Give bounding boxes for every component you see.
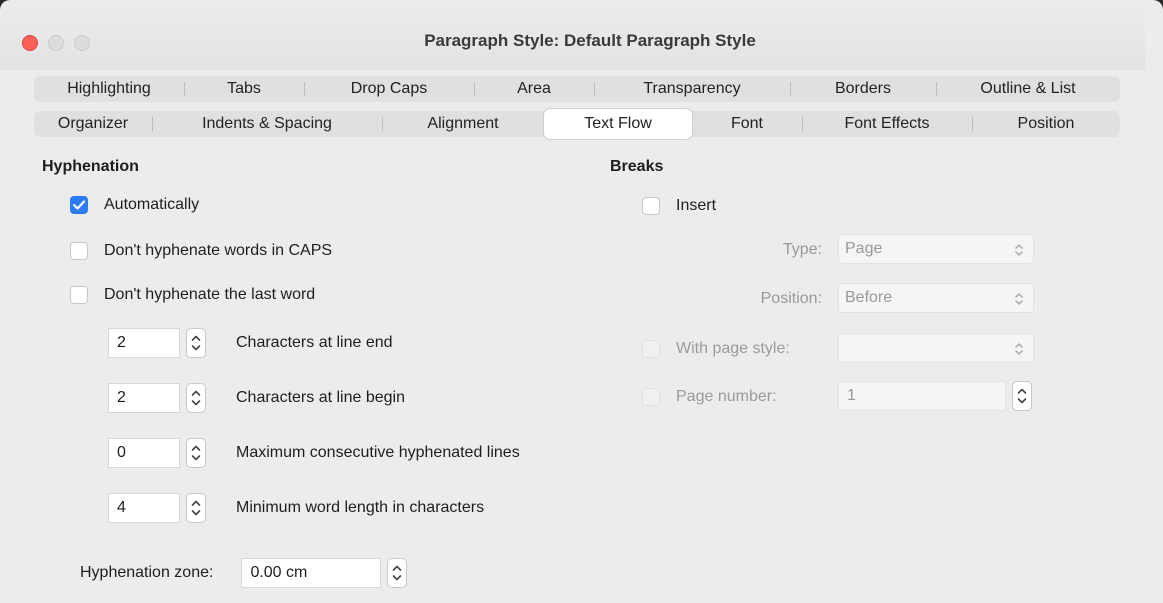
no-last-word-option[interactable]: Don't hyphenate the last word xyxy=(70,286,315,304)
page-number-stepper[interactable] xyxy=(1012,381,1032,411)
select-arrows-icon xyxy=(1015,343,1023,355)
tab-font-effects[interactable]: Font Effects xyxy=(802,111,972,137)
chars-line-begin-row: 2 Characters at line begin xyxy=(108,383,405,413)
dialog-content: Highlighting Tabs Drop Caps Area Transpa… xyxy=(0,70,1145,603)
break-type-value: Page xyxy=(845,240,883,257)
insert-break-label: Insert xyxy=(676,197,717,214)
select-arrows-icon xyxy=(1015,244,1023,256)
chars-line-begin-label: Characters at line begin xyxy=(236,389,405,406)
break-type-select[interactable]: Page xyxy=(838,234,1034,264)
min-word-length-stepper[interactable] xyxy=(186,493,206,523)
tab-highlighting[interactable]: Highlighting xyxy=(34,76,184,102)
tab-drop-caps[interactable]: Drop Caps xyxy=(304,76,474,102)
hyphenation-zone-row: Hyphenation zone: 0.00 cm xyxy=(80,558,408,588)
break-position-label: Position: xyxy=(760,290,822,307)
stepper-arrows-icon xyxy=(1017,388,1027,404)
max-consecutive-stepper[interactable] xyxy=(186,438,206,468)
tab-alignment[interactable]: Alignment xyxy=(382,111,544,137)
no-last-word-label: Don't hyphenate the last word xyxy=(104,286,316,303)
stepper-arrows-icon xyxy=(191,445,201,461)
no-caps-option[interactable]: Don't hyphenate words in CAPS xyxy=(70,242,332,260)
hyphenation-heading: Hyphenation xyxy=(42,158,139,175)
with-page-style-label: With page style: xyxy=(676,340,790,357)
min-word-length-label: Minimum word length in characters xyxy=(236,499,485,516)
chars-line-end-row: 2 Characters at line end xyxy=(108,328,393,358)
tab-row-2: Organizer Indents & Spacing Alignment Te… xyxy=(34,109,1120,139)
break-type-label: Type: xyxy=(782,241,822,258)
chars-line-begin-input[interactable]: 2 xyxy=(108,383,180,413)
insert-break-checkbox[interactable] xyxy=(642,197,660,215)
hyphenation-zone-label: Hyphenation zone: xyxy=(80,564,214,581)
min-word-length-row: 4 Minimum word length in characters xyxy=(108,493,484,523)
title-bar: Paragraph Style: Default Paragraph Style xyxy=(0,4,1145,71)
max-consecutive-input[interactable]: 0 xyxy=(108,438,180,468)
page-number-input[interactable]: 1 xyxy=(838,381,1006,411)
min-word-length-input[interactable]: 4 xyxy=(108,493,180,523)
hyphenation-zone-input[interactable]: 0.00 cm xyxy=(241,558,382,588)
stepper-arrows-icon xyxy=(191,390,201,406)
window-title: Paragraph Style: Default Paragraph Style xyxy=(424,31,756,50)
tab-tabs[interactable]: Tabs xyxy=(184,76,304,102)
chars-line-begin-stepper[interactable] xyxy=(186,383,206,413)
automatically-label: Automatically xyxy=(104,196,200,213)
page-style-select[interactable] xyxy=(838,333,1034,363)
breaks-heading: Breaks xyxy=(610,158,664,175)
checkmark-icon xyxy=(73,200,85,210)
no-last-word-checkbox[interactable] xyxy=(70,286,88,304)
stepper-arrows-icon xyxy=(191,335,201,351)
dialog-window: Paragraph Style: Default Paragraph Style… xyxy=(0,0,1163,603)
tab-transparency[interactable]: Transparency xyxy=(594,76,790,102)
page-number-checkbox[interactable] xyxy=(642,388,660,406)
with-page-style-option[interactable]: With page style: xyxy=(642,340,790,358)
stepper-arrows-icon xyxy=(393,565,402,581)
break-position-select[interactable]: Before xyxy=(838,283,1034,313)
no-caps-label: Don't hyphenate words in CAPS xyxy=(104,242,333,259)
tab-organizer[interactable]: Organizer xyxy=(34,111,152,137)
chars-line-end-input[interactable]: 2 xyxy=(108,328,180,358)
select-arrows-icon xyxy=(1015,293,1023,305)
with-page-style-checkbox[interactable] xyxy=(642,340,660,358)
max-consecutive-row: 0 Maximum consecutive hyphenated lines xyxy=(108,438,520,468)
page-number-option[interactable]: Page number: xyxy=(642,388,777,406)
tab-text-flow[interactable]: Text Flow xyxy=(544,109,692,139)
stepper-arrows-icon xyxy=(191,500,201,516)
chars-line-end-label: Characters at line end xyxy=(236,334,393,351)
page-number-row: 1 xyxy=(838,381,1032,411)
tab-row-1: Highlighting Tabs Drop Caps Area Transpa… xyxy=(34,76,1120,102)
break-position-value: Before xyxy=(845,289,893,306)
tab-indents-spacing[interactable]: Indents & Spacing xyxy=(152,111,382,137)
page-number-label: Page number: xyxy=(676,388,777,405)
hyphenation-zone-stepper[interactable] xyxy=(387,558,408,588)
tab-position[interactable]: Position xyxy=(972,111,1120,137)
tab-area[interactable]: Area xyxy=(474,76,594,102)
tab-font[interactable]: Font xyxy=(692,111,802,137)
automatically-option[interactable]: Automatically xyxy=(70,196,199,214)
tab-outline-list[interactable]: Outline & List xyxy=(936,76,1120,102)
no-caps-checkbox[interactable] xyxy=(70,242,88,260)
automatically-checkbox[interactable] xyxy=(70,196,88,214)
max-consecutive-label: Maximum consecutive hyphenated lines xyxy=(236,444,520,461)
tab-borders[interactable]: Borders xyxy=(790,76,936,102)
insert-break-option[interactable]: Insert xyxy=(642,197,716,215)
chars-line-end-stepper[interactable] xyxy=(186,328,206,358)
